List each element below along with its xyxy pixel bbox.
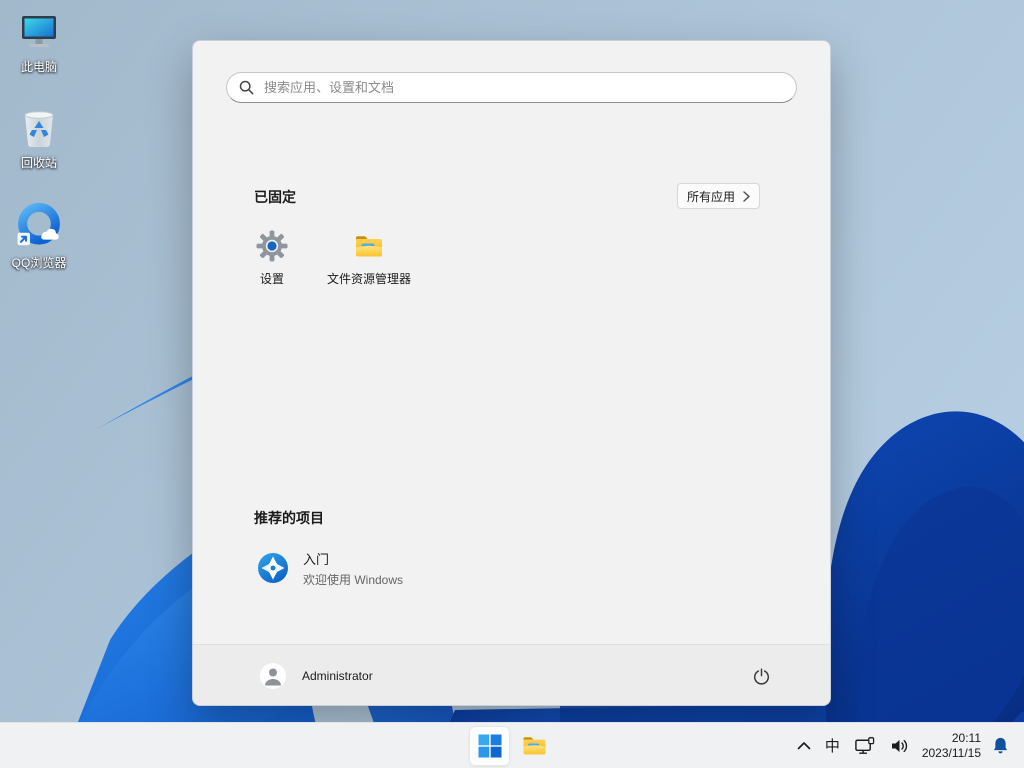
qq-browser-icon <box>17 202 60 246</box>
get-started-icon <box>258 553 288 583</box>
user-avatar <box>260 662 286 689</box>
all-apps-button[interactable]: 所有应用 <box>676 183 760 209</box>
network-indicator[interactable] <box>847 726 882 766</box>
start-button[interactable] <box>469 725 510 766</box>
desktop-icon-label: 此电脑 <box>20 60 57 74</box>
desktop-icon-recycle-bin[interactable]: 回收站 <box>0 106 78 171</box>
user-name-label: Administrator <box>302 668 373 683</box>
chevron-right-icon <box>743 190 750 202</box>
recommended-item-title: 入门 <box>303 551 330 567</box>
desktop-icon-this-pc[interactable]: 此电脑 <box>0 10 78 75</box>
start-search-input[interactable] <box>264 80 784 95</box>
ethernet-network-icon <box>855 736 875 754</box>
recommended-item-get-started[interactable]: 入门 欢迎使用 Windows <box>245 539 545 597</box>
start-menu: 已固定 所有应用 设置 <box>192 40 831 706</box>
taskbar-clock[interactable]: 20:11 2023/11/15 <box>916 731 987 761</box>
file-explorer-icon <box>353 230 385 262</box>
clock-date: 2023/11/15 <box>921 745 981 760</box>
pinned-app-settings[interactable]: 设置 <box>224 223 320 305</box>
recommended-section-header: 推荐的项目 <box>254 510 324 526</box>
system-tray: 中 20:11 2023/11/15 <box>790 723 1020 768</box>
ime-indicator[interactable]: 中 <box>818 726 847 766</box>
recommended-item-subtitle: 欢迎使用 Windows <box>303 572 404 587</box>
power-icon <box>753 668 769 685</box>
taskbar: 中 20:11 2023/11/15 <box>0 722 1024 768</box>
pinned-app-label: 文件资源管理器 <box>326 272 411 286</box>
start-search-box[interactable] <box>226 72 797 103</box>
pinned-app-label: 设置 <box>259 272 284 286</box>
speaker-volume-icon <box>891 739 907 752</box>
file-explorer-icon <box>521 732 548 759</box>
power-button[interactable] <box>744 659 778 693</box>
ime-label: 中 <box>824 738 840 755</box>
chevron-up-icon <box>797 742 811 750</box>
user-profile-button[interactable]: Administrator <box>248 657 385 694</box>
settings-gear-icon <box>256 230 288 262</box>
all-apps-label: 所有应用 <box>686 189 735 204</box>
start-menu-user-bar: Administrator <box>193 644 830 705</box>
tray-show-hidden-icons-button[interactable] <box>790 726 818 766</box>
taskbar-file-explorer-button[interactable] <box>514 726 555 766</box>
search-icon <box>239 80 254 95</box>
notification-bell-icon <box>993 737 1008 753</box>
volume-indicator[interactable] <box>882 726 916 766</box>
recycle-bin-icon <box>24 111 54 147</box>
pinned-app-file-explorer[interactable]: 文件资源管理器 <box>321 223 417 305</box>
desktop-icon-label: 回收站 <box>20 156 57 170</box>
this-pc-icon <box>22 16 56 47</box>
windows-logo-icon <box>478 734 502 758</box>
desktop-icon-label: QQ浏览器 <box>11 256 67 270</box>
desktop-icon-qq-browser[interactable]: QQ浏览器 <box>0 200 78 271</box>
pinned-section-header: 已固定 <box>254 189 296 205</box>
clock-time: 20:11 <box>951 730 981 745</box>
notification-center-button[interactable] <box>987 726 1020 766</box>
